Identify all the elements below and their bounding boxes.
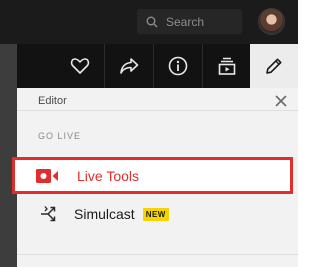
search-placeholder: Search bbox=[166, 14, 205, 29]
info-icon bbox=[168, 56, 188, 76]
collection-icon bbox=[218, 57, 235, 75]
close-icon bbox=[275, 95, 287, 107]
section-label-go-live: GO LIVE bbox=[38, 131, 82, 141]
user-avatar[interactable] bbox=[258, 8, 285, 35]
info-button[interactable] bbox=[153, 44, 202, 88]
panel-title: Editor bbox=[38, 95, 67, 107]
simulcast-icon bbox=[41, 206, 56, 222]
simulcast-label: Simulcast bbox=[74, 206, 135, 222]
live-camera-icon bbox=[36, 168, 58, 183]
search-icon bbox=[146, 16, 158, 27]
close-button[interactable] bbox=[272, 92, 290, 110]
pencil-icon bbox=[266, 58, 282, 74]
collections-button[interactable] bbox=[202, 44, 250, 88]
video-action-toolbar bbox=[0, 44, 298, 88]
editor-panel: Editor GO LIVE Live Tools Simulcast NEW bbox=[12, 88, 298, 267]
top-navigation-bar: Search bbox=[0, 0, 298, 44]
like-button[interactable] bbox=[55, 44, 104, 88]
share-icon bbox=[120, 58, 139, 74]
search-input[interactable]: Search bbox=[137, 9, 242, 34]
share-button[interactable] bbox=[104, 44, 153, 88]
bottom-divider bbox=[17, 254, 298, 255]
background-content bbox=[0, 44, 17, 267]
new-badge: NEW bbox=[142, 207, 169, 221]
live-tools-menu-item[interactable]: Live Tools bbox=[12, 157, 293, 194]
simulcast-menu-item[interactable]: Simulcast NEW bbox=[17, 198, 298, 230]
heart-icon bbox=[70, 58, 89, 74]
edit-button[interactable] bbox=[250, 44, 298, 88]
header-divider bbox=[17, 110, 298, 111]
live-tools-label: Live Tools bbox=[77, 167, 140, 184]
